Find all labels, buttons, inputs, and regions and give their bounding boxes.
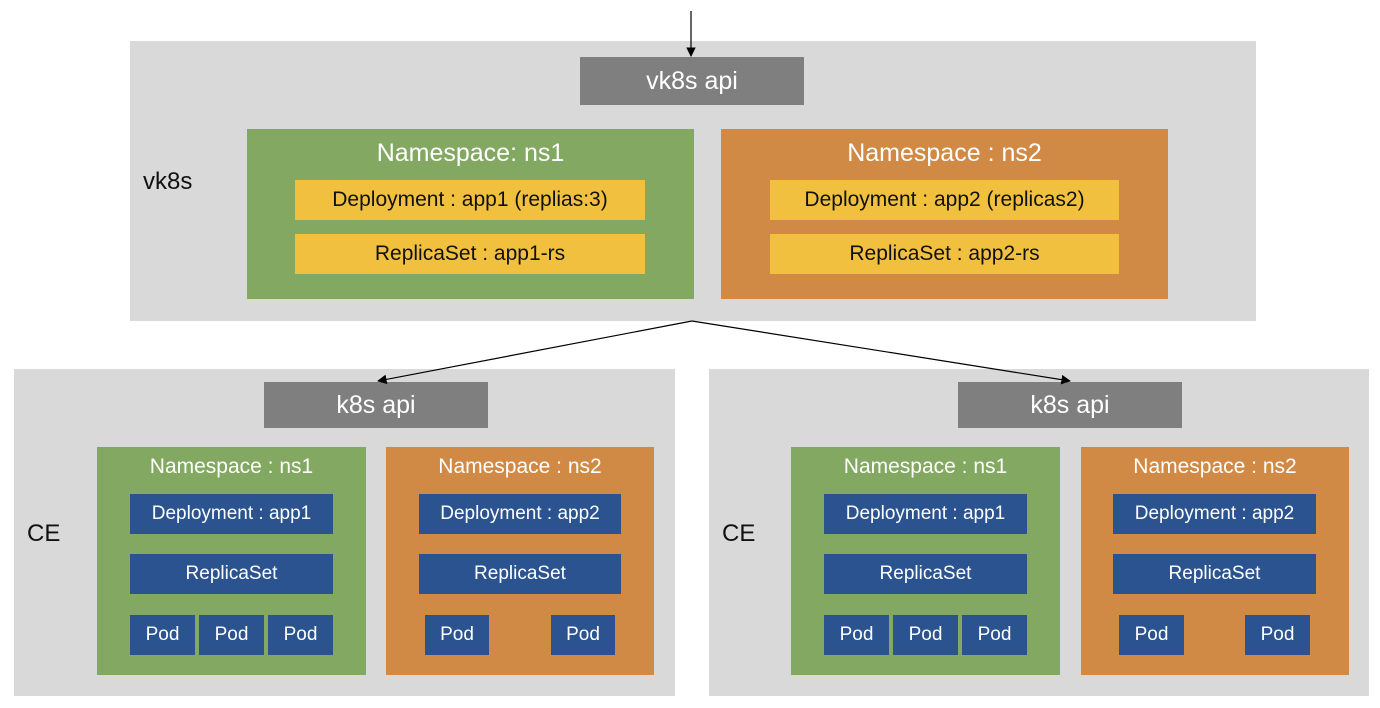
deployment-box: Deployment : app2 bbox=[419, 494, 621, 534]
namespace-title: Namespace : ns1 bbox=[843, 455, 1008, 478]
deployment-box: Deployment : app1 (replias:3) bbox=[295, 180, 645, 220]
pod-box: Pod bbox=[425, 615, 489, 655]
pod-box: Pod bbox=[551, 615, 615, 655]
replicaset-box: ReplicaSet bbox=[1113, 554, 1316, 594]
deployment-box: Deployment : app1 bbox=[824, 494, 1027, 534]
deployment-box: Deployment : app2 bbox=[1113, 494, 1316, 534]
namespace-title: Namespace : ns2 bbox=[438, 455, 602, 478]
k8s-api-box: k8s api bbox=[264, 382, 488, 428]
deployment-box: Deployment : app2 (replicas2) bbox=[770, 180, 1119, 220]
vk8s-label: vk8s bbox=[143, 168, 193, 195]
pod-box: Pod bbox=[824, 615, 889, 655]
namespace-title: Namespace : ns1 bbox=[149, 455, 314, 478]
pod-box: Pod bbox=[1245, 615, 1310, 655]
vk8s-namespace-ns2: Namespace : ns2 Deployment : app2 (repli… bbox=[721, 129, 1168, 299]
replicaset-box: ReplicaSet bbox=[419, 554, 621, 594]
ce-namespace-ns1: Namespace : ns1 Deployment : app1 Replic… bbox=[97, 447, 366, 675]
deployment-box: Deployment : app1 bbox=[130, 494, 333, 534]
ce-namespace-ns2: Namespace : ns2 Deployment : app2 Replic… bbox=[1081, 447, 1349, 675]
ce-label: CE bbox=[27, 520, 61, 547]
namespace-title: Namespace : ns2 bbox=[1133, 455, 1297, 478]
vk8s-api-box: vk8s api bbox=[580, 57, 804, 105]
pod-box: Pod bbox=[893, 615, 958, 655]
pod-box: Pod bbox=[1119, 615, 1184, 655]
namespace-title: Namespace : ns2 bbox=[847, 139, 1042, 167]
pod-box: Pod bbox=[199, 615, 264, 655]
namespace-title: Namespace: ns1 bbox=[376, 139, 565, 167]
ce-label: CE bbox=[722, 520, 756, 547]
pod-box: Pod bbox=[268, 615, 333, 655]
k8s-api-box: k8s api bbox=[958, 382, 1182, 428]
pod-box: Pod bbox=[962, 615, 1027, 655]
vk8s-namespace-ns1: Namespace: ns1 Deployment : app1 (replia… bbox=[247, 129, 694, 299]
replicaset-box: ReplicaSet : app2-rs bbox=[770, 234, 1119, 274]
ce-namespace-ns1: Namespace : ns1 Deployment : app1 Replic… bbox=[791, 447, 1060, 675]
replicaset-box: ReplicaSet : app1-rs bbox=[295, 234, 645, 274]
ce-namespace-ns2: Namespace : ns2 Deployment : app2 Replic… bbox=[386, 447, 654, 675]
pod-box: Pod bbox=[130, 615, 195, 655]
replicaset-box: ReplicaSet bbox=[824, 554, 1027, 594]
replicaset-box: ReplicaSet bbox=[130, 554, 333, 594]
